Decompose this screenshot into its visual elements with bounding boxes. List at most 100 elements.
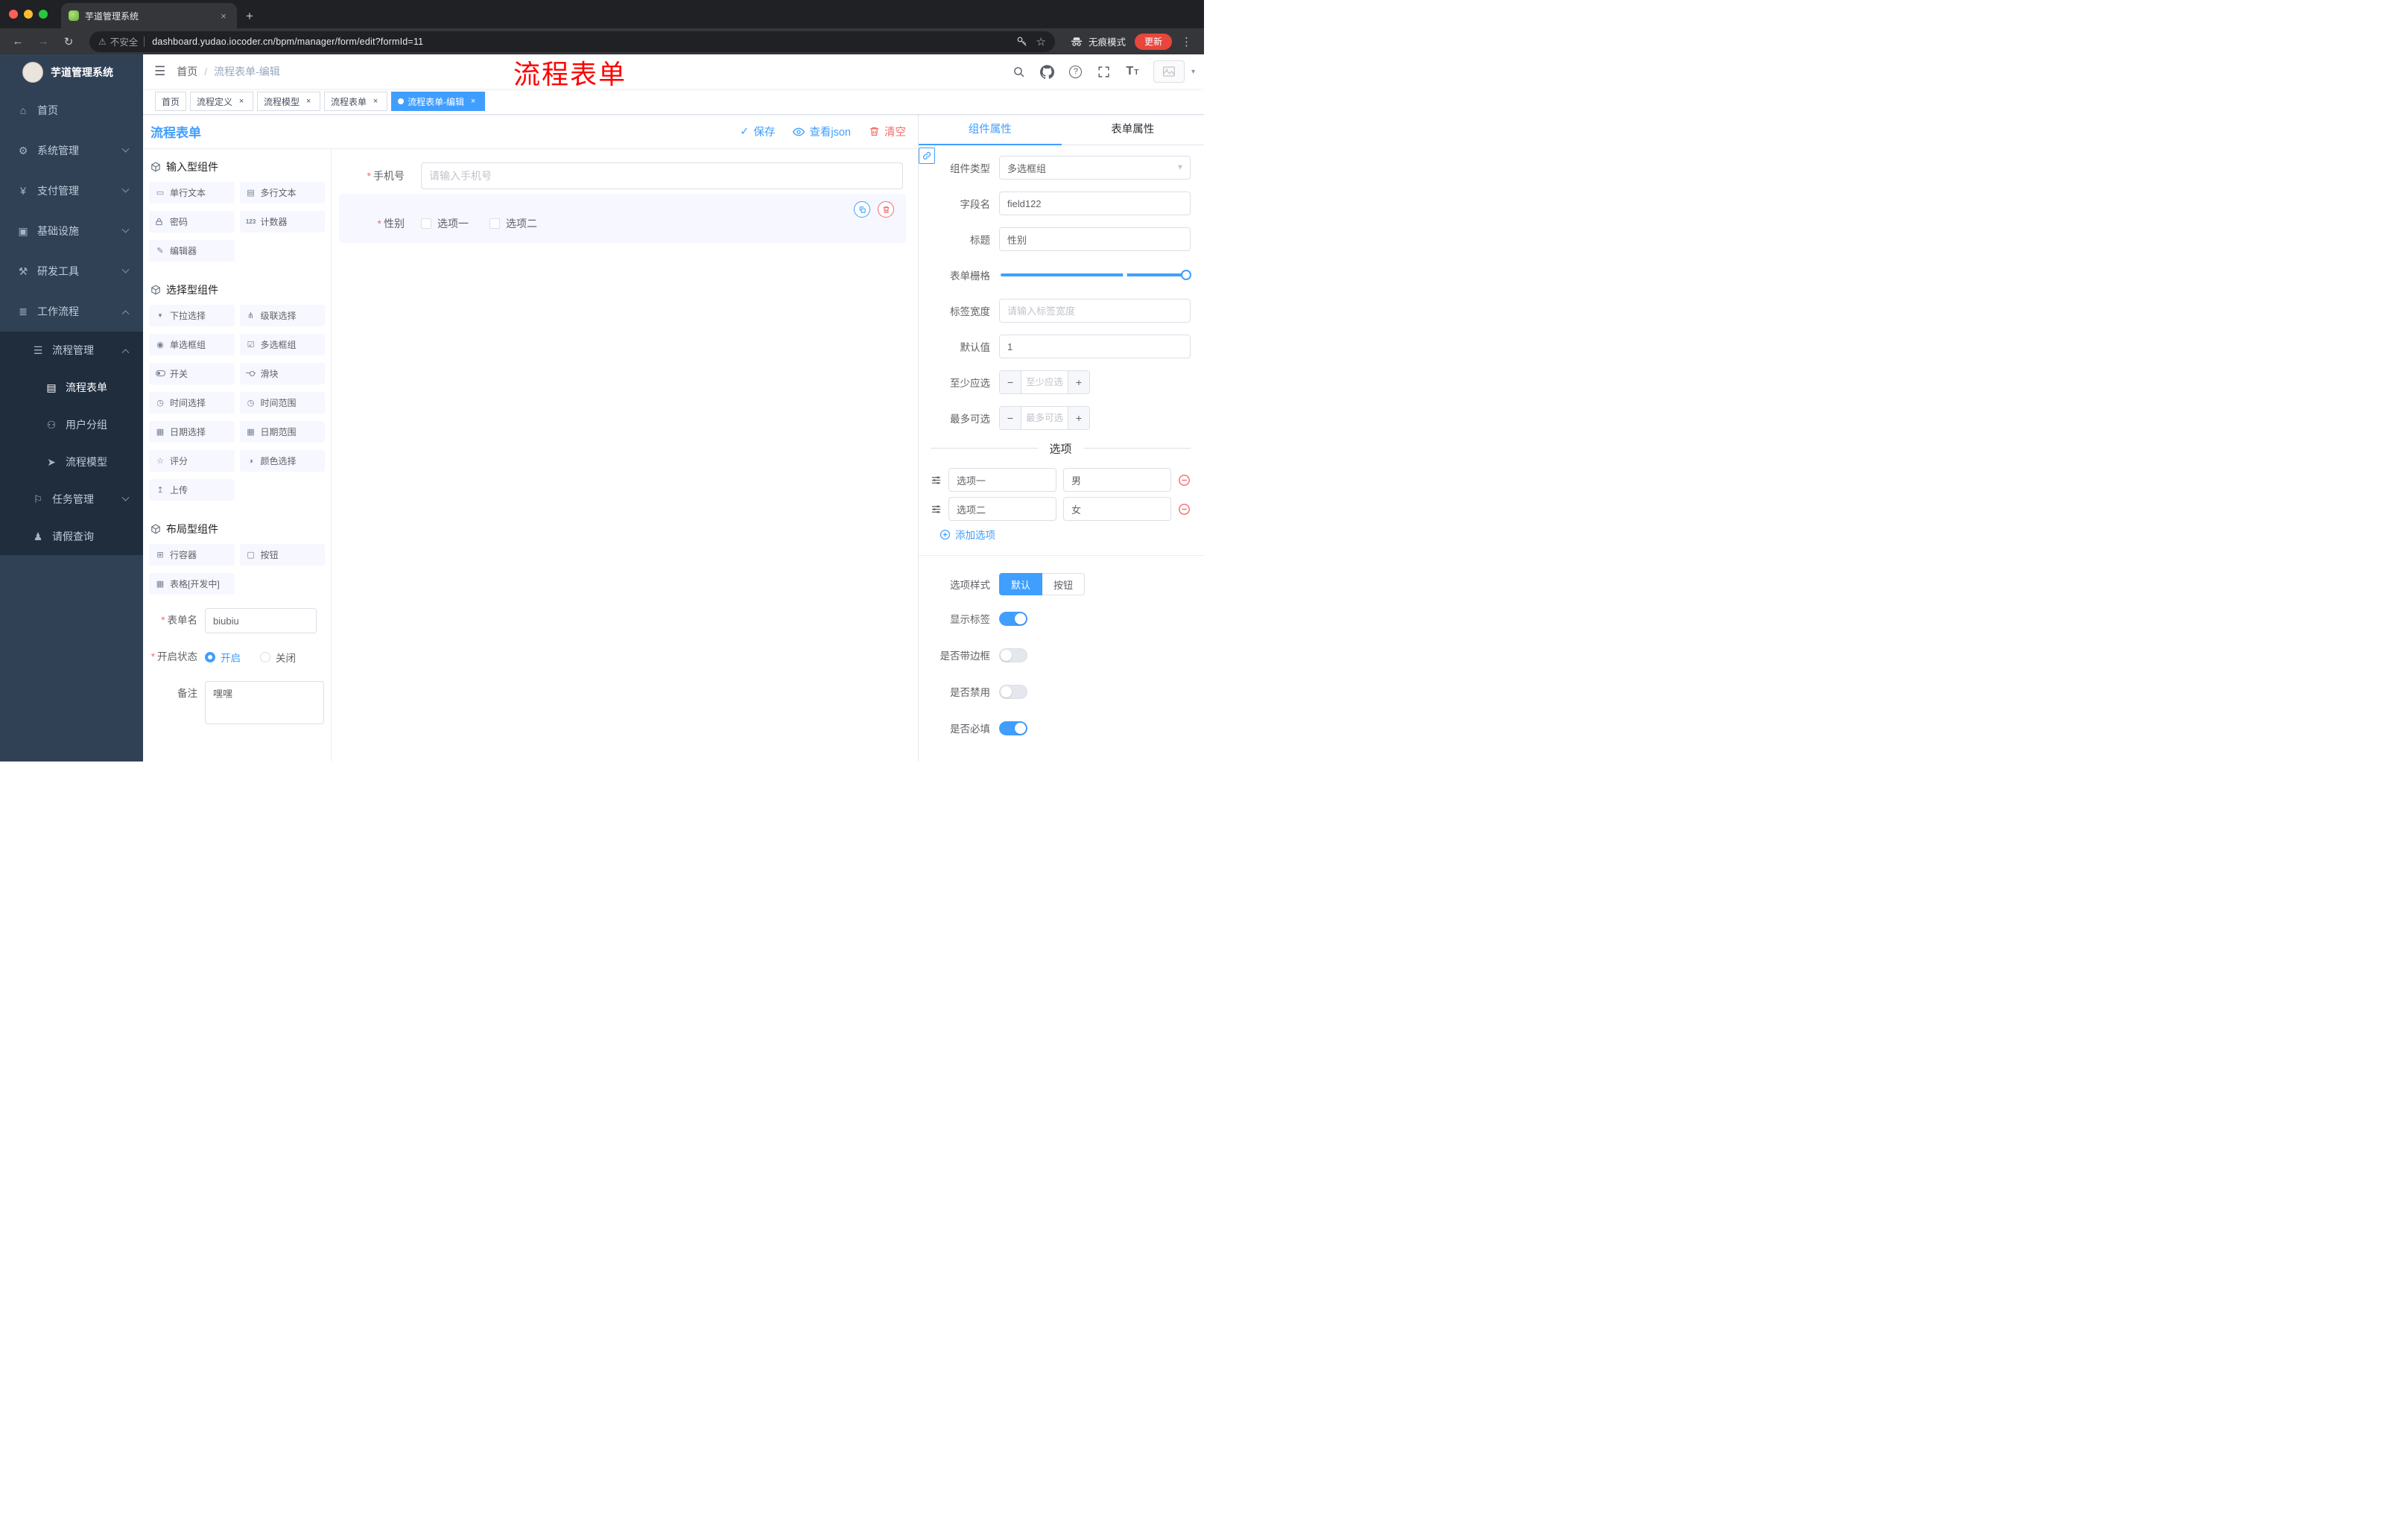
max-select-input[interactable] [1021, 407, 1068, 429]
avatar[interactable] [1153, 60, 1185, 83]
delete-widget-icon[interactable] [878, 201, 894, 218]
checkbox-icon[interactable] [421, 218, 431, 229]
close-window-button[interactable] [9, 10, 18, 19]
canvas-field-phone[interactable]: * 手机号 [339, 162, 906, 189]
palette-item-date-picker[interactable]: ▦ 日期选择 [149, 421, 235, 443]
palette-item-time-range[interactable]: ◷ 时间范围 [239, 392, 325, 414]
status-radio-off[interactable]: 关闭 [260, 650, 296, 665]
option-value-input[interactable] [1063, 468, 1171, 492]
show-label-switch[interactable] [999, 611, 1027, 626]
sidebar-item-infrastructure[interactable]: ▣ 基础设施 [0, 211, 143, 251]
tag-close-icon[interactable]: × [370, 96, 381, 107]
sidebar-item-home[interactable]: ⌂ 首页 [0, 90, 143, 130]
option-label-input[interactable] [948, 468, 1056, 492]
tag-process-form[interactable]: 流程表单 × [324, 92, 388, 111]
sidebar-item-payment[interactable]: ¥ 支付管理 [0, 171, 143, 211]
clear-button[interactable]: 清空 [869, 124, 906, 139]
copy-widget-icon[interactable] [854, 201, 870, 218]
sidebar-item-user-group[interactable]: ⚇ 用户分组 [0, 406, 143, 443]
help-icon[interactable]: ? [1064, 60, 1088, 83]
canvas-field-gender[interactable]: * 性别 选项一 选项二 [339, 194, 906, 243]
palette-item-button[interactable]: ▢ 按钮 [239, 544, 325, 566]
stepper-minus-button[interactable]: − [1000, 371, 1021, 393]
sidebar-item-process-form[interactable]: ▤ 流程表单 [0, 369, 143, 406]
font-size-icon[interactable]: TT [1121, 60, 1144, 83]
phone-input[interactable] [421, 162, 903, 189]
slider-handle[interactable] [1181, 270, 1191, 280]
palette-item-checkbox-group[interactable]: ☑ 多选框组 [239, 334, 325, 355]
link-icon[interactable] [919, 148, 935, 164]
palette-item-time-picker[interactable]: ◷ 时间选择 [149, 392, 235, 414]
reload-icon[interactable]: ↻ [58, 32, 79, 51]
breadcrumb-home[interactable]: 首页 [177, 64, 197, 79]
browser-menu-icon[interactable]: ⋮ [1176, 35, 1197, 48]
style-default-button[interactable]: 默认 [999, 573, 1043, 595]
status-radio-on[interactable]: 开启 [205, 650, 241, 665]
palette-item-slider[interactable]: 滑块 [239, 363, 325, 384]
palette-item-multi-line-text[interactable]: ▤ 多行文本 [239, 182, 325, 203]
update-button[interactable]: 更新 [1134, 33, 1172, 50]
view-json-button[interactable]: 查看json [793, 124, 851, 139]
palette-item-radio-group[interactable]: ◉ 单选框组 [149, 334, 235, 355]
title-input[interactable] [999, 227, 1191, 251]
disabled-switch[interactable] [999, 684, 1027, 699]
option-value-input[interactable] [1063, 497, 1171, 521]
browser-tab[interactable]: 芋道管理系统 × [61, 3, 237, 28]
password-key-icon[interactable] [1016, 36, 1027, 47]
address-bar[interactable]: ⚠ 不安全 dashboard.yudao.iocoder.cn/bpm/man… [89, 31, 1055, 52]
palette-item-single-line-text[interactable]: ▭ 单行文本 [149, 182, 235, 203]
palette-item-date-range[interactable]: ▦ 日期范围 [239, 421, 325, 443]
sidebar-item-devtools[interactable]: ⚒ 研发工具 [0, 251, 143, 291]
palette-item-rate[interactable]: ☆ 评分 [149, 450, 235, 472]
palette-item-cascader[interactable]: ⋔ 级联选择 [239, 305, 325, 326]
remark-textarea[interactable] [205, 681, 324, 724]
palette-item-switch[interactable]: 开关 [149, 363, 235, 384]
option-label-input[interactable] [948, 497, 1056, 521]
tag-process-form-edit[interactable]: 流程表单-编辑 × [391, 92, 486, 111]
tag-process-model[interactable]: 流程模型 × [257, 92, 321, 111]
palette-item-row-container[interactable]: ⊞ 行容器 [149, 544, 235, 566]
sidebar-item-process-model[interactable]: ➤ 流程模型 [0, 443, 143, 481]
stepper-plus-button[interactable]: + [1068, 407, 1089, 429]
palette-item-color-picker[interactable]: ◑ 颜色选择 [239, 450, 325, 472]
drag-handle-icon[interactable] [931, 504, 942, 515]
palette-item-counter[interactable]: 123 计数器 [239, 211, 325, 232]
new-tab-button[interactable]: + [246, 9, 253, 24]
gender-option-2[interactable]: 选项二 [489, 216, 537, 231]
remove-option-icon[interactable] [1178, 474, 1191, 487]
stepper-plus-button[interactable]: + [1068, 371, 1089, 393]
minimize-window-button[interactable] [24, 10, 33, 19]
forward-icon[interactable]: → [33, 32, 54, 51]
tag-home[interactable]: 首页 [155, 92, 187, 111]
sidebar-item-leave-query[interactable]: ♟ 请假查询 [0, 518, 143, 555]
gender-option-1[interactable]: 选项一 [421, 216, 469, 231]
palette-item-upload[interactable]: ↥ 上传 [149, 479, 235, 501]
style-button-button[interactable]: 按钮 [1042, 573, 1086, 595]
min-select-input[interactable] [1021, 371, 1068, 393]
sidebar-item-workflow[interactable]: ≣ 工作流程 [0, 291, 143, 332]
drag-handle-icon[interactable] [931, 475, 942, 486]
tag-process-definition[interactable]: 流程定义 × [190, 92, 254, 111]
sidebar-item-process-management[interactable]: ☰ 流程管理 [0, 332, 143, 369]
field-name-input[interactable] [999, 191, 1191, 215]
fullscreen-icon[interactable] [1092, 60, 1116, 83]
checkbox-icon[interactable] [489, 218, 500, 229]
back-icon[interactable]: ← [7, 32, 28, 51]
tab-form-props[interactable]: 表单属性 [1062, 115, 1205, 145]
hamburger-icon[interactable]: ☰ [143, 64, 177, 79]
grid-slider[interactable] [999, 270, 1191, 280]
palette-item-dropdown[interactable]: ▼ 下拉选择 [149, 305, 235, 326]
add-option-button[interactable]: 添加选项 [940, 527, 1191, 542]
palette-item-table[interactable]: ▦ 表格[开发中] [149, 573, 235, 595]
palette-item-editor[interactable]: ✎ 编辑器 [149, 240, 235, 262]
default-value-input[interactable] [999, 335, 1191, 358]
tab-close-icon[interactable]: × [218, 10, 229, 22]
stepper-minus-button[interactable]: − [1000, 407, 1021, 429]
label-width-input[interactable] [999, 299, 1191, 323]
avatar-caret-icon[interactable]: ▾ [1191, 68, 1195, 76]
component-type-select[interactable] [999, 156, 1191, 180]
sidebar-item-task-management[interactable]: ⚐ 任务管理 [0, 481, 143, 518]
tag-close-icon[interactable]: × [468, 96, 478, 107]
tag-close-icon[interactable]: × [236, 96, 247, 107]
github-icon[interactable] [1036, 60, 1059, 83]
